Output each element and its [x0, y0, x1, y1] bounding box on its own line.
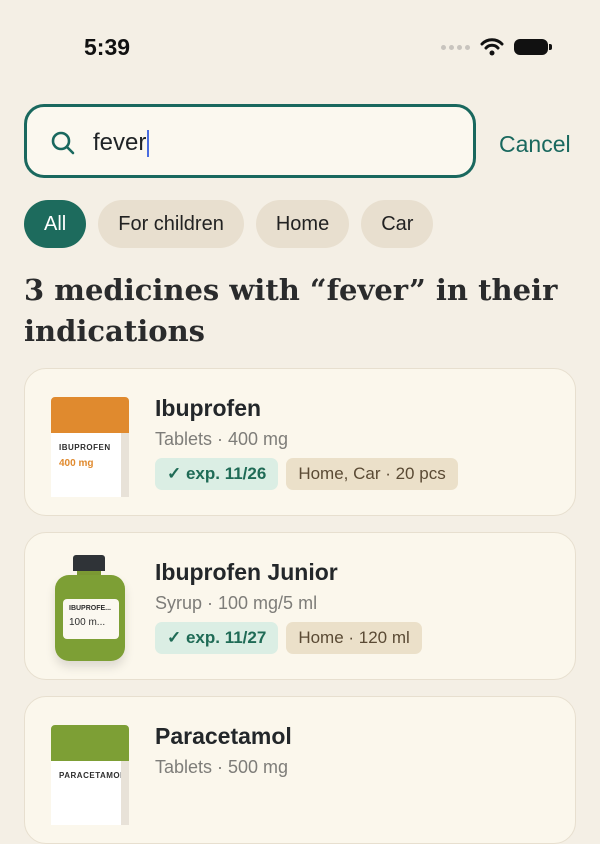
- location-badge: Home, Car · 20 pcs: [286, 458, 458, 490]
- package-label: PARACETAMOL: [59, 771, 126, 780]
- package-dose: 100 m...: [69, 617, 106, 628]
- filter-chip-home[interactable]: Home: [255, 200, 350, 248]
- expiry-badge: ✓ exp. 11/26: [155, 458, 279, 490]
- medicine-card[interactable]: PARACETAMOL Paracetamol Tablets · 500 mg: [24, 696, 576, 844]
- medicine-badges: ✓ exp. 11/26 Home, Car · 20 pcs: [155, 458, 458, 490]
- filter-chip-car[interactable]: Car: [361, 200, 434, 248]
- medicine-name: Ibuprofen: [155, 395, 262, 421]
- search-value: fever: [93, 129, 150, 157]
- medicine-card[interactable]: IBUPROFEN 400 mg Ibuprofen Tablets · 400…: [24, 368, 576, 516]
- medicine-name: Paracetamol: [155, 723, 292, 749]
- package-dose: 400 mg: [59, 458, 94, 469]
- cancel-button[interactable]: Cancel: [499, 131, 571, 158]
- battery-icon: [514, 39, 552, 55]
- medicine-card[interactable]: IBUPROFE... 100 m... Ibuprofen Junior Sy…: [24, 532, 576, 680]
- medicine-bottle-image: IBUPROFE... 100 m...: [55, 555, 125, 663]
- medicine-box-image: IBUPROFEN 400 mg: [51, 397, 129, 497]
- filter-chip-for-children[interactable]: For children: [98, 200, 244, 248]
- expiry-badge: ✓ exp. 11/27: [155, 622, 279, 654]
- filter-chips: All For children Home Car: [24, 200, 434, 248]
- medicine-box-image: PARACETAMOL: [51, 725, 129, 825]
- results-heading: 3 medicines with “fever” in their indica…: [24, 273, 558, 348]
- medicine-badges: ✓ exp. 11/27 Home · 120 ml: [155, 622, 422, 654]
- signal-icon: [441, 44, 470, 50]
- status-icons: [441, 38, 552, 56]
- status-time: 5:39: [84, 34, 131, 60]
- medicine-name: Ibuprofen Junior: [155, 559, 338, 585]
- text-caret: [147, 129, 150, 157]
- wifi-icon: [480, 38, 504, 56]
- package-label: IBUPROFE...: [69, 605, 112, 612]
- medicine-subtitle: Tablets · 500 mg: [155, 757, 289, 777]
- location-badge: Home · 120 ml: [286, 622, 422, 654]
- filter-chip-all[interactable]: All: [24, 200, 87, 248]
- medicine-subtitle: Syrup · 100 mg/5 ml: [155, 593, 318, 613]
- search-icon: [51, 131, 75, 155]
- search-input[interactable]: fever: [24, 104, 476, 178]
- medicine-subtitle: Tablets · 400 mg: [155, 429, 289, 449]
- status-bar: 5:39: [0, 0, 600, 96]
- package-label: IBUPROFEN: [59, 443, 111, 452]
